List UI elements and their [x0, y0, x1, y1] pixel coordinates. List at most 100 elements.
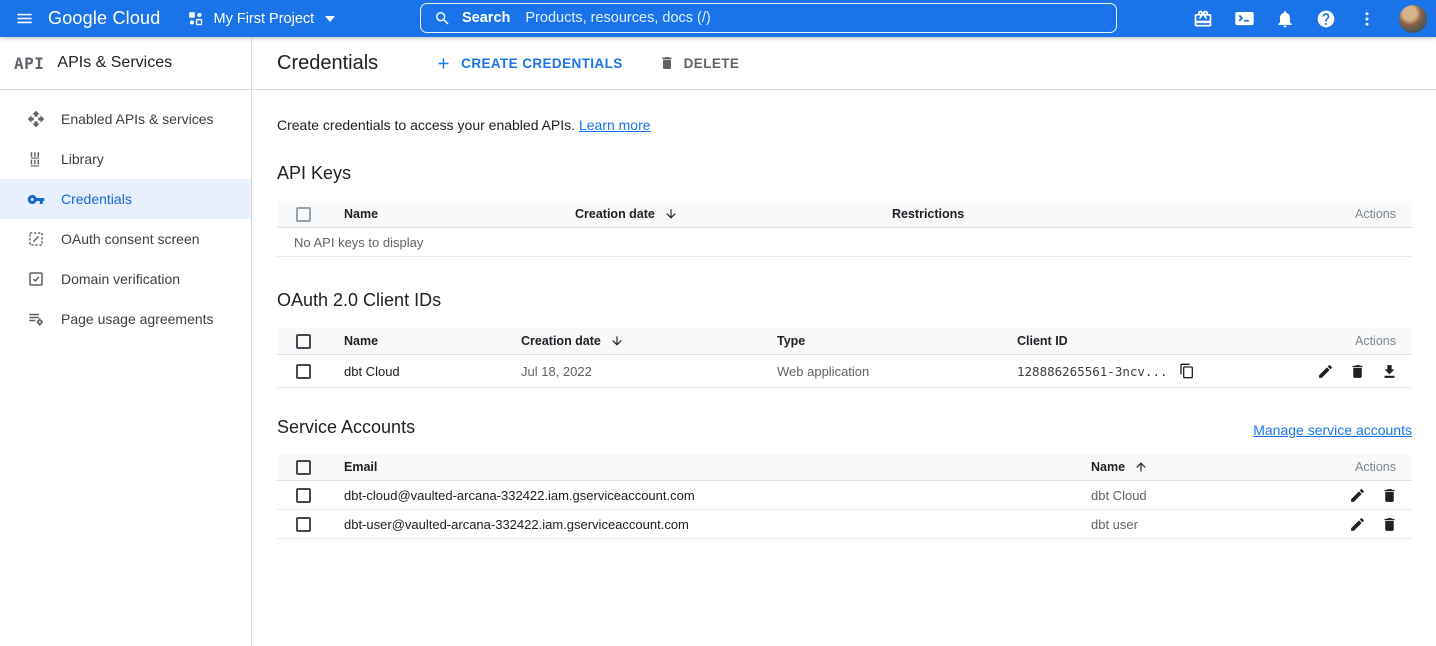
- sort-desc-icon: [664, 207, 678, 221]
- oauth-client-name[interactable]: dbt Cloud: [325, 364, 502, 379]
- sidebar-item-page-usage[interactable]: Page usage agreements: [0, 299, 251, 339]
- sort-asc-icon: [1134, 460, 1148, 474]
- more-options-kebab-icon[interactable]: [1355, 7, 1379, 31]
- delete-trash-icon[interactable]: [1381, 487, 1398, 504]
- sidebar-item-library[interactable]: Library: [0, 139, 251, 179]
- cloud-shell-icon[interactable]: [1232, 7, 1256, 31]
- oauth-client-creation-date: Jul 18, 2022: [502, 364, 758, 379]
- sidebar-item-domain-verification[interactable]: Domain verification: [0, 259, 251, 299]
- sidebar: API APIs & Services Enabled APIs & servi…: [0, 37, 252, 646]
- edit-pencil-icon[interactable]: [1349, 516, 1366, 533]
- sidebar-item-label: Page usage agreements: [61, 311, 214, 327]
- project-selector[interactable]: My First Project: [187, 10, 335, 27]
- column-header-client-id[interactable]: Client ID: [998, 334, 1292, 348]
- oauth-section-title: OAuth 2.0 Client IDs: [277, 290, 1412, 311]
- service-accounts-header: Service Accounts Manage service accounts: [277, 417, 1412, 438]
- sidebar-item-label: Credentials: [61, 191, 132, 207]
- service-account-email[interactable]: dbt-cloud@vaulted-arcana-332422.iam.gser…: [325, 488, 1072, 503]
- select-all-checkbox[interactable]: [296, 460, 311, 475]
- api-keys-section-title: API Keys: [277, 163, 1412, 184]
- edit-pencil-icon[interactable]: [1349, 487, 1366, 504]
- search-icon: [434, 10, 451, 27]
- row-checkbox[interactable]: [296, 517, 311, 532]
- sidebar-item-label: Domain verification: [61, 271, 180, 287]
- sidebar-header: API APIs & Services: [0, 37, 251, 90]
- avatar[interactable]: [1399, 5, 1427, 33]
- page-title: Credentials: [277, 52, 378, 75]
- sidebar-title: APIs & Services: [57, 54, 172, 72]
- column-header-actions: Actions: [1322, 207, 1412, 221]
- service-account-name: dbt user: [1072, 517, 1312, 532]
- service-accounts-section-title: Service Accounts: [277, 417, 415, 438]
- column-header-actions: Actions: [1312, 460, 1412, 474]
- sidebar-item-credentials[interactable]: Credentials: [0, 179, 251, 219]
- column-header-email[interactable]: Email: [325, 460, 1072, 474]
- create-credentials-button[interactable]: CREATE CREDENTIALS: [435, 55, 622, 72]
- edit-pencil-icon[interactable]: [1317, 363, 1334, 380]
- service-account-name: dbt Cloud: [1072, 488, 1312, 503]
- column-header-type[interactable]: Type: [758, 334, 998, 348]
- domain-verification-icon: [27, 270, 45, 288]
- column-header-creation-date[interactable]: Creation date: [502, 334, 758, 348]
- oauth-clients-table: Name Creation date Type Client ID Action…: [277, 328, 1412, 388]
- intro-text: Create credentials to access your enable…: [277, 117, 1412, 133]
- delete-button[interactable]: DELETE: [659, 55, 740, 71]
- key-icon: [27, 190, 45, 208]
- service-accounts-table: Email Name Actions dbt-cloud@vaulted-arc…: [277, 454, 1412, 539]
- manage-service-accounts-link[interactable]: Manage service accounts: [1253, 422, 1412, 438]
- page-usage-icon: [27, 310, 45, 328]
- select-all-checkbox[interactable]: [296, 334, 311, 349]
- select-all-checkbox[interactable]: [296, 207, 311, 222]
- api-keys-table: Name Creation date Restrictions Actions …: [277, 201, 1412, 257]
- content-body: Create credentials to access your enable…: [252, 117, 1436, 539]
- plus-icon: [435, 55, 452, 72]
- table-row: dbt Cloud Jul 18, 2022 Web application 1…: [277, 355, 1412, 388]
- app-header: Google Cloud My First Project Search Pro…: [0, 0, 1436, 37]
- apis-services-icon: API: [14, 54, 44, 73]
- google-cloud-logo[interactable]: Google Cloud: [48, 8, 160, 29]
- trash-icon: [659, 55, 675, 71]
- column-header-restrictions[interactable]: Restrictions: [873, 207, 1322, 221]
- project-icon: [187, 10, 204, 27]
- chevron-down-icon: [325, 16, 335, 22]
- row-checkbox[interactable]: [296, 364, 311, 379]
- copy-icon[interactable]: [1179, 363, 1195, 379]
- sidebar-item-oauth-consent[interactable]: OAuth consent screen: [0, 219, 251, 259]
- notifications-bell-icon[interactable]: [1273, 7, 1297, 31]
- service-account-email[interactable]: dbt-user@vaulted-arcana-332422.iam.gserv…: [325, 517, 1072, 532]
- free-trial-gift-icon[interactable]: [1191, 7, 1215, 31]
- oauth-client-id: 128886265561-3ncv...: [998, 363, 1292, 379]
- oauth-consent-icon: [27, 230, 45, 248]
- page-toolbar: Credentials CREATE CREDENTIALS DELETE: [252, 37, 1436, 90]
- column-header-name[interactable]: Name: [325, 207, 556, 221]
- column-header-name[interactable]: Name: [1072, 460, 1312, 474]
- column-header-creation-date[interactable]: Creation date: [556, 207, 873, 221]
- sidebar-item-label: Library: [61, 151, 104, 167]
- learn-more-link[interactable]: Learn more: [579, 117, 651, 133]
- delete-trash-icon[interactable]: [1349, 363, 1366, 380]
- oauth-table-header: Name Creation date Type Client ID Action…: [277, 328, 1412, 355]
- search-input[interactable]: Search Products, resources, docs (/): [420, 3, 1117, 33]
- service-accounts-table-header: Email Name Actions: [277, 454, 1412, 481]
- row-checkbox[interactable]: [296, 488, 311, 503]
- download-icon[interactable]: [1381, 363, 1398, 380]
- sidebar-item-label: OAuth consent screen: [61, 231, 200, 247]
- sort-desc-icon: [610, 334, 624, 348]
- api-keys-table-header: Name Creation date Restrictions Actions: [277, 201, 1412, 228]
- project-name: My First Project: [213, 11, 314, 27]
- search-placeholder: Products, resources, docs (/): [525, 10, 710, 26]
- sidebar-item-enabled-apis[interactable]: Enabled APIs & services: [0, 99, 251, 139]
- delete-trash-icon[interactable]: [1381, 516, 1398, 533]
- menu-icon[interactable]: [0, 0, 48, 37]
- main-content: Credentials CREATE CREDENTIALS DELETE Cr…: [252, 37, 1436, 646]
- column-header-name[interactable]: Name: [325, 334, 502, 348]
- oauth-client-type: Web application: [758, 364, 998, 379]
- library-icon: [27, 150, 45, 168]
- api-keys-empty-message: No API keys to display: [277, 228, 1412, 257]
- header-actions: [1191, 0, 1427, 37]
- search-label: Search: [462, 10, 510, 26]
- table-row: dbt-cloud@vaulted-arcana-332422.iam.gser…: [277, 481, 1412, 510]
- table-row: dbt-user@vaulted-arcana-332422.iam.gserv…: [277, 510, 1412, 539]
- help-icon[interactable]: [1314, 7, 1338, 31]
- column-header-actions: Actions: [1292, 334, 1412, 348]
